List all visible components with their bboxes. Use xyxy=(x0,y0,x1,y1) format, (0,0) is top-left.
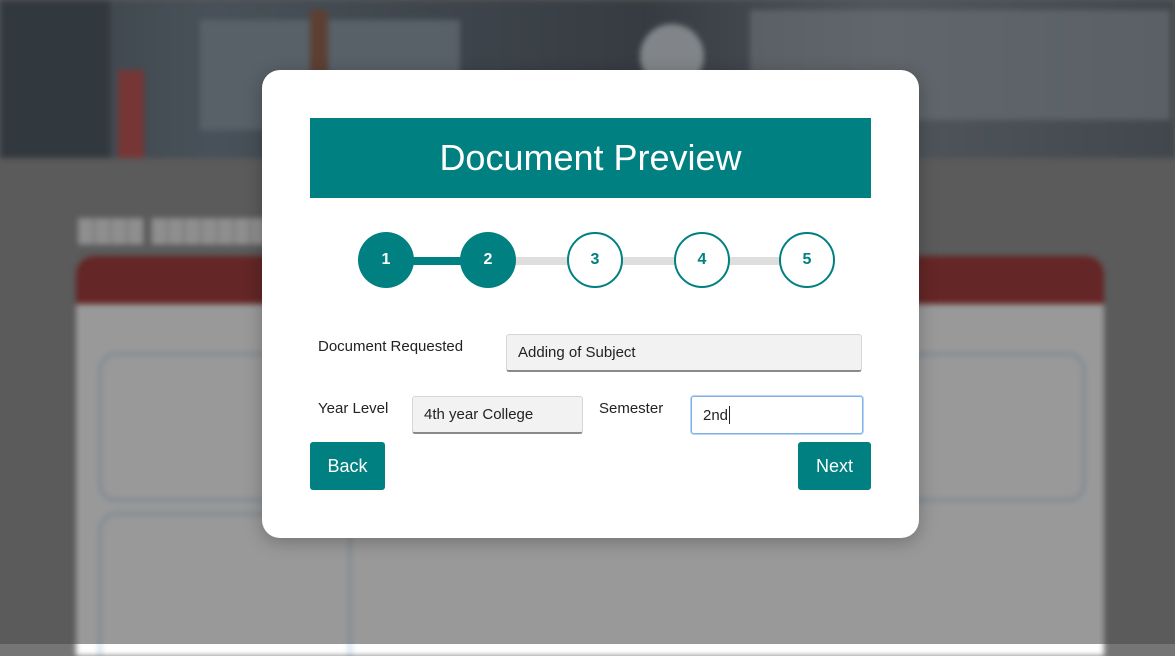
step-2[interactable]: 2 xyxy=(460,232,516,288)
year-level-label: Year Level xyxy=(318,400,389,417)
year-level-field[interactable]: 4th year College xyxy=(412,396,583,434)
document-requested-value: Adding of Subject xyxy=(518,344,636,361)
modal-title: Document Preview xyxy=(310,118,871,198)
step-4[interactable]: 4 xyxy=(674,232,730,288)
stepper-track-remaining xyxy=(488,257,808,265)
step-1[interactable]: 1 xyxy=(358,232,414,288)
semester-input[interactable]: 2nd xyxy=(691,396,863,434)
next-button[interactable]: Next xyxy=(798,442,871,490)
text-caret xyxy=(729,406,731,424)
progress-stepper: 1 2 3 4 5 xyxy=(358,232,836,290)
document-preview-modal: Document Preview 1 2 3 4 5 Document Requ… xyxy=(262,70,919,538)
step-5[interactable]: 5 xyxy=(779,232,835,288)
document-requested-field[interactable]: Adding of Subject xyxy=(506,334,862,372)
back-button[interactable]: Back xyxy=(310,442,385,490)
semester-label: Semester xyxy=(599,400,664,417)
year-level-value: 4th year College xyxy=(424,406,534,423)
document-requested-label: Document Requested xyxy=(318,338,464,355)
step-3[interactable]: 3 xyxy=(567,232,623,288)
semester-value: 2nd xyxy=(703,406,729,424)
